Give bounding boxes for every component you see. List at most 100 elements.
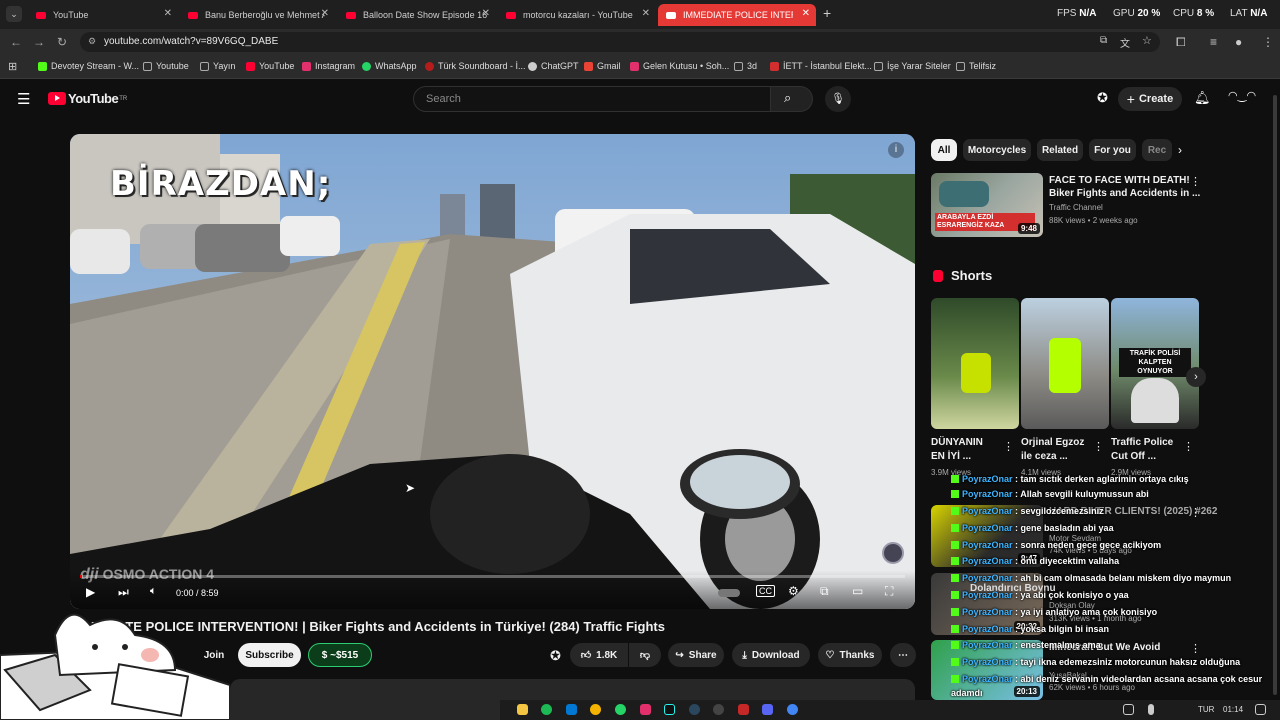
browser-tab[interactable]: Banu Berberoğlu ve Mehmet Ali ✕ [180,4,335,26]
avatar[interactable]: ◠‿◠ [1228,89,1256,109]
bookmark-item[interactable]: YouTube [246,61,294,71]
short-thumbnail[interactable] [931,298,1019,429]
captions-icon[interactable]: CC [756,585,775,597]
close-tab-icon[interactable]: ✕ [164,8,172,19]
chips-next-icon[interactable]: › [1178,143,1182,157]
profile-icon[interactable]: ● [1235,35,1242,49]
chrome-icon[interactable] [590,704,601,715]
autoplay-toggle[interactable] [718,589,740,597]
notifications-bell-icon[interactable]: 🔔︎ [1194,90,1211,106]
short-title[interactable]: DÜNYANIN [931,436,983,449]
settings-gear-icon[interactable]: ⚙ [788,584,799,598]
bookmark-item[interactable]: Gmail [584,61,621,71]
more-vertical-icon[interactable]: ⋮ [1093,440,1104,453]
discord-icon[interactable] [762,704,773,715]
browser-tab[interactable]: Balloon Date Show Episode 16 ✕ [338,4,496,26]
vscode-icon[interactable] [566,704,577,715]
extension-badge-icon[interactable]: ✪ [1097,90,1108,106]
whatsapp-icon[interactable] [615,704,626,715]
close-tab-icon[interactable]: ✕ [482,8,490,19]
site-info-icon[interactable]: ⚙ [88,36,96,47]
hamburger-menu-icon[interactable]: ☰ [17,90,30,108]
reload-icon[interactable]: ↻ [57,35,67,49]
url-text[interactable]: youtube.com/watch?v=89V6GQ_DABE [104,36,278,47]
bookmark-item[interactable]: ChatGPT [528,61,579,71]
short-thumbnail[interactable]: TRAFİK POLİSİ KALPTEN OYNUYOR [1111,298,1199,429]
download-button[interactable]: ⤓ Download [732,643,810,667]
record-icon[interactable] [738,704,749,715]
browser-tab-active[interactable]: IMMEDIATE POLICE INTERVENTI ✕ [658,4,816,26]
notification-center-icon[interactable] [1255,704,1266,715]
spotify-icon[interactable] [541,704,552,715]
new-tab-button[interactable]: + [823,5,831,21]
steam-icon[interactable] [689,704,700,715]
more-vertical-icon[interactable]: ⋮ [1190,506,1201,519]
translate-icon[interactable]: 文 [1120,35,1130,50]
install-icon[interactable]: ⧉ [1100,35,1107,46]
fullscreen-icon[interactable]: ⛶ [885,584,893,599]
create-button[interactable]: + Create [1118,87,1182,111]
bookmark-folder[interactable]: Yayın [200,61,235,71]
file-explorer-icon[interactable] [517,704,528,715]
voice-search-button[interactable]: 🎙 [825,86,851,112]
instagram-icon[interactable] [640,704,651,715]
channel-watermark-icon[interactable] [882,542,904,564]
more-vertical-icon[interactable]: ⋮ [1190,175,1201,188]
close-tab-icon[interactable]: ✕ [642,8,650,19]
url-bar[interactable]: ⚙ youtube.com/watch?v=89V6GQ_DABE ⧉ 文 ☆ [80,32,1160,52]
bookmark-folder[interactable]: Telifsiz [956,61,996,71]
bookmark-item[interactable]: Türk Soundboard - İ... [425,61,526,71]
browser-tab[interactable]: YouTube ✕ [28,4,178,26]
browser-icon[interactable] [787,704,798,715]
menu-icon[interactable]: ⋮ [1262,35,1274,49]
bookmark-item[interactable]: Gelen Kutusu • Soh... [630,61,729,71]
progress-bar[interactable] [80,575,905,578]
theater-mode-icon[interactable]: ▭ [852,584,863,598]
bookmark-star-icon[interactable]: ☆ [1142,34,1152,47]
network-icon[interactable] [1123,704,1134,715]
chip-rec[interactable]: Rec [1142,139,1172,161]
language-indicator[interactable]: TUR [1198,705,1214,714]
back-icon[interactable]: ← [10,35,22,49]
short-title[interactable]: ile ceza ... [1021,450,1068,463]
bookmark-item[interactable]: İETT - İstanbul Elekt... [770,61,872,71]
channel-name[interactable]: Traffic Channel [1049,202,1103,214]
thanks-button[interactable]: ♡ Thanks [818,643,882,667]
media-icon[interactable]: ≡ [1210,35,1217,49]
youtube-logo[interactable]: YouTube TR [48,91,127,106]
chip-all[interactable]: All [931,139,957,161]
short-title[interactable]: EN İYİ ... [931,450,971,463]
video-thumbnail[interactable]: ARABAYLA EZDİ ESRARENGİZ KAZA 9:48 [931,173,1043,237]
video-player[interactable]: BİRAZDAN; dji OSMO ACTION 4 i ▶ ⏭ 🔈︎ 0:0… [70,134,915,609]
info-icon[interactable]: i [888,142,904,158]
short-title[interactable]: Cut Off ... [1111,450,1156,463]
extensions-icon[interactable]: ⧠ [1176,35,1186,50]
donate-button[interactable]: $ ~$515 [308,643,372,667]
short-title[interactable]: Traffic Police [1111,436,1173,449]
short-thumbnail[interactable] [1021,298,1109,429]
bookmark-item[interactable]: Instagram [302,61,355,71]
forward-icon[interactable]: → [33,35,45,49]
dislike-button[interactable]: 👎︎ [629,643,661,667]
chip-related[interactable]: Related [1037,139,1083,161]
share-button[interactable]: ↪ Share [668,643,724,667]
close-tab-icon[interactable]: ✕ [321,8,329,19]
clock[interactable]: 01:14 [1223,705,1243,714]
search-button[interactable]: ⌕ [771,86,813,112]
bookmark-folder[interactable]: 3d [734,61,757,71]
chip-for-you[interactable]: For you [1089,139,1136,161]
shorts-next-icon[interactable]: › [1186,367,1206,387]
obs-icon[interactable] [713,704,724,715]
more-vertical-icon[interactable]: ⋮ [1183,440,1194,453]
tab-search-button[interactable]: ⌄ [6,6,22,22]
search-input[interactable]: Search [413,86,771,112]
video-title[interactable]: Biker Fights and Accidents in ... [1049,187,1200,200]
close-tab-icon[interactable]: ✕ [802,8,810,19]
page-scrollbar[interactable] [1273,95,1277,695]
chip-motorcycles[interactable]: Motorcycles [963,139,1031,161]
bookmark-folder[interactable]: İşe Yarar Siteler [874,61,951,71]
bookmark-folder[interactable]: Youtube [143,61,189,71]
like-button[interactable]: 👍︎ 1.8K [570,643,628,667]
subscribe-button[interactable]: Subscribe [238,643,301,667]
extension-badge-icon[interactable]: ✪ [550,648,561,664]
